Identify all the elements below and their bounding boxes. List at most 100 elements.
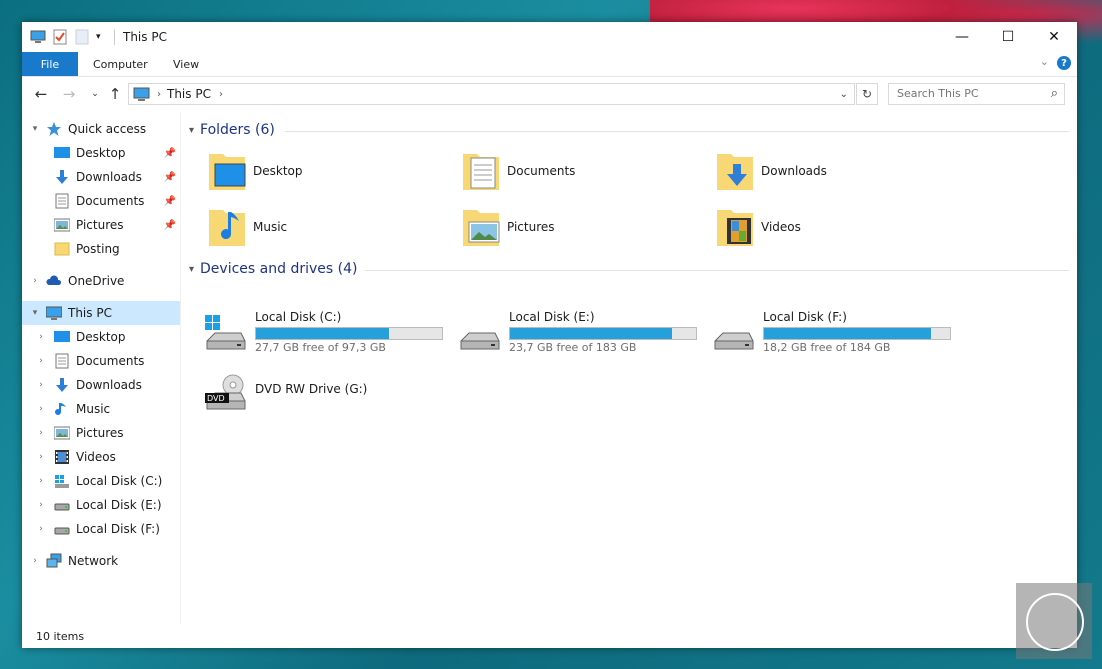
new-folder-icon[interactable] bbox=[74, 29, 90, 45]
star-icon bbox=[46, 121, 62, 137]
folder-pictures[interactable]: Pictures bbox=[461, 203, 701, 251]
collapsed-chevron-icon[interactable]: › bbox=[34, 404, 48, 414]
pin-icon[interactable]: 📌 bbox=[164, 148, 176, 159]
collapse-group-chevron-icon[interactable]: ▾ bbox=[189, 264, 194, 275]
folder-videos[interactable]: Videos bbox=[715, 203, 955, 251]
sidebar-item-pc-documents[interactable]: › Documents bbox=[22, 349, 180, 373]
drive-dvd-rw-g[interactable]: DVD DVD RW Drive (G:) bbox=[203, 367, 453, 417]
help-icon[interactable]: ? bbox=[1057, 56, 1071, 70]
drive-usage-fill bbox=[764, 328, 932, 339]
minimize-button[interactable]: — bbox=[939, 22, 985, 52]
documents-folder-icon bbox=[461, 150, 501, 192]
forward-button[interactable]: → bbox=[60, 85, 78, 103]
collapsed-chevron-icon[interactable]: › bbox=[28, 556, 42, 566]
expand-ribbon-chevron-icon[interactable]: ⌄ bbox=[1040, 55, 1049, 68]
sidebar-item-desktop[interactable]: Desktop 📌 bbox=[22, 141, 180, 165]
sidebar-item-pc-pictures[interactable]: › Pictures bbox=[22, 421, 180, 445]
collapsed-chevron-icon[interactable]: › bbox=[34, 356, 48, 366]
desktop-folder-icon bbox=[207, 150, 247, 192]
up-button[interactable]: ↑ bbox=[106, 85, 124, 103]
sidebar-item-pc-videos[interactable]: › Videos bbox=[22, 445, 180, 469]
folder-music[interactable]: Music bbox=[207, 203, 447, 251]
folder-icon bbox=[54, 241, 70, 257]
collapsed-chevron-icon[interactable]: › bbox=[34, 452, 48, 462]
breadcrumb-separator-icon[interactable]: › bbox=[219, 89, 223, 100]
drive-local-disk-c[interactable]: Local Disk (C:) 27,7 GB free of 97,3 GB bbox=[203, 307, 453, 357]
sidebar-item-this-pc[interactable]: ▾ This PC bbox=[22, 301, 180, 325]
network-icon bbox=[46, 553, 62, 569]
drive-free-space: 23,7 GB free of 183 GB bbox=[509, 341, 637, 354]
back-button[interactable]: ← bbox=[32, 85, 50, 103]
sidebar-item-quick-access[interactable]: ▾ Quick access bbox=[22, 117, 180, 141]
refresh-button[interactable]: ↻ bbox=[856, 83, 878, 105]
collapsed-chevron-icon[interactable]: › bbox=[34, 524, 48, 534]
properties-icon[interactable] bbox=[52, 29, 68, 45]
folder-documents[interactable]: Documents bbox=[461, 147, 701, 195]
group-title: Devices and drives (4) bbox=[200, 261, 358, 277]
sidebar-item-downloads[interactable]: Downloads 📌 bbox=[22, 165, 180, 189]
collapsed-chevron-icon[interactable]: › bbox=[28, 276, 42, 286]
recent-locations-chevron-icon[interactable]: ⌄ bbox=[86, 85, 104, 103]
desktop-icon bbox=[54, 145, 70, 161]
file-explorer-window: ▾ This PC — ☐ ✕ File Computer View ⌄ ? ←… bbox=[22, 22, 1077, 648]
breadcrumb-separator-icon[interactable]: › bbox=[157, 89, 161, 100]
tab-computer[interactable]: Computer bbox=[93, 52, 148, 76]
sidebar-item-label: This PC bbox=[68, 306, 112, 320]
drive-usage-fill bbox=[510, 328, 672, 339]
sidebar-item-label: Downloads bbox=[76, 378, 142, 392]
folder-label: Desktop bbox=[253, 164, 303, 178]
drive-local-disk-e[interactable]: Local Disk (E:) 23,7 GB free of 183 GB bbox=[457, 307, 707, 357]
this-pc-icon[interactable] bbox=[30, 29, 46, 45]
sidebar-item-label: Pictures bbox=[76, 218, 124, 232]
collapsed-chevron-icon[interactable]: › bbox=[34, 332, 48, 342]
pin-icon[interactable]: 📌 bbox=[164, 172, 176, 183]
search-icon[interactable]: ⌕ bbox=[1051, 86, 1058, 101]
downloads-icon bbox=[54, 377, 70, 393]
pin-icon[interactable]: 📌 bbox=[164, 220, 176, 231]
sidebar-item-pictures[interactable]: Pictures 📌 bbox=[22, 213, 180, 237]
group-header-devices[interactable]: ▾ Devices and drives (4) bbox=[189, 259, 357, 279]
window-controls: — ☐ ✕ bbox=[939, 22, 1077, 52]
sidebar-item-pc-downloads[interactable]: › Downloads bbox=[22, 373, 180, 397]
group-header-folders[interactable]: ▾ Folders (6) bbox=[189, 120, 275, 140]
sidebar-item-pc-music[interactable]: › Music bbox=[22, 397, 180, 421]
item-count: 10 items bbox=[36, 629, 85, 643]
maximize-button[interactable]: ☐ bbox=[985, 22, 1031, 52]
drive-local-disk-f[interactable]: Local Disk (F:) 18,2 GB free of 184 GB bbox=[711, 307, 961, 357]
sidebar-item-pc-local-disk-e[interactable]: › Local Disk (E:) bbox=[22, 493, 180, 517]
expanded-chevron-icon[interactable]: ▾ bbox=[28, 308, 42, 318]
sidebar-item-pc-desktop[interactable]: › Desktop bbox=[22, 325, 180, 349]
search-input[interactable] bbox=[897, 84, 1042, 102]
sidebar-item-label: Local Disk (F:) bbox=[76, 522, 160, 536]
sidebar-item-pc-local-disk-f[interactable]: › Local Disk (F:) bbox=[22, 517, 180, 541]
folder-downloads[interactable]: Downloads bbox=[715, 147, 955, 195]
tab-file[interactable]: File bbox=[22, 52, 78, 76]
drive-usage-bar bbox=[763, 327, 951, 340]
sidebar-item-pc-local-disk-c[interactable]: › Local Disk (C:) bbox=[22, 469, 180, 493]
tab-view[interactable]: View bbox=[173, 52, 199, 76]
search-box[interactable]: ⌕ bbox=[888, 83, 1065, 105]
collapsed-chevron-icon[interactable]: › bbox=[34, 500, 48, 510]
hard-drive-icon bbox=[54, 497, 70, 513]
folder-label: Videos bbox=[761, 220, 801, 234]
collapse-group-chevron-icon[interactable]: ▾ bbox=[189, 125, 194, 136]
expanded-chevron-icon[interactable]: ▾ bbox=[28, 124, 42, 134]
sidebar-item-network[interactable]: › Network bbox=[22, 549, 180, 573]
sidebar-item-documents[interactable]: Documents 📌 bbox=[22, 189, 180, 213]
pin-icon[interactable]: 📌 bbox=[164, 196, 176, 207]
breadcrumb-this-pc[interactable]: This PC bbox=[167, 87, 211, 101]
sidebar-item-label: Videos bbox=[76, 450, 116, 464]
collapsed-chevron-icon[interactable]: › bbox=[34, 380, 48, 390]
dvd-badge: DVD bbox=[207, 394, 225, 403]
address-history-chevron-icon[interactable]: ⌄ bbox=[840, 89, 848, 100]
sidebar-item-posting[interactable]: Posting bbox=[22, 237, 180, 261]
collapsed-chevron-icon[interactable]: › bbox=[34, 476, 48, 486]
drive-usage-fill bbox=[256, 328, 389, 339]
sidebar-item-onedrive[interactable]: › OneDrive bbox=[22, 269, 180, 293]
address-bar[interactable]: › This PC › ⌄ bbox=[128, 83, 855, 105]
customize-toolbar-dropdown-icon[interactable]: ▾ bbox=[96, 29, 106, 45]
collapsed-chevron-icon[interactable]: › bbox=[34, 428, 48, 438]
windows-drive-icon bbox=[54, 473, 70, 489]
folder-desktop[interactable]: Desktop bbox=[207, 147, 447, 195]
close-button[interactable]: ✕ bbox=[1031, 22, 1077, 52]
